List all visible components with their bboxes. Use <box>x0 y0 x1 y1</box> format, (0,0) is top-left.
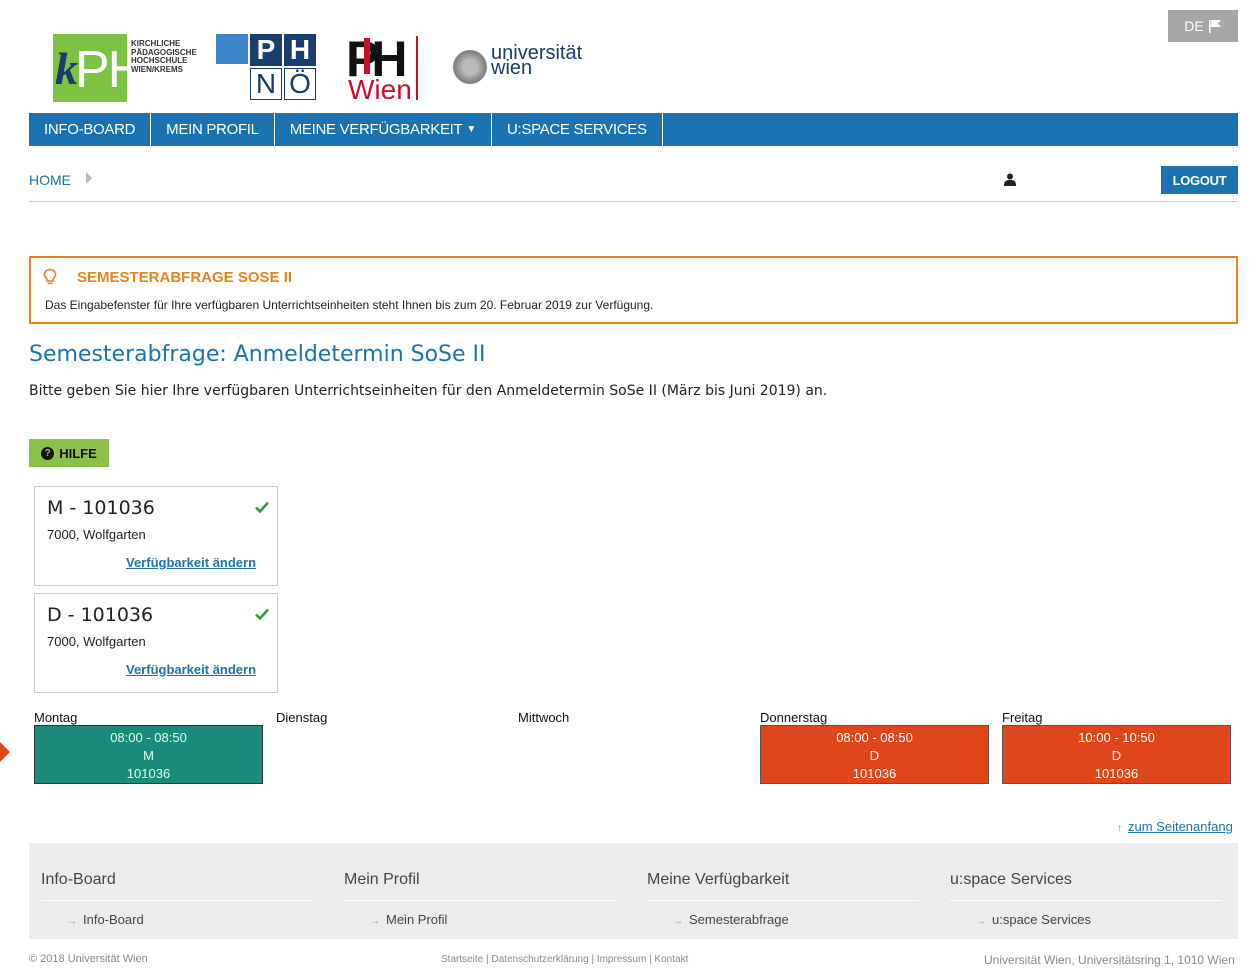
logout-button[interactable]: LOGOUT <box>1161 166 1238 194</box>
arrow-right-icon: → <box>673 916 683 927</box>
footer-link[interactable]: → Mein Profil <box>370 912 447 927</box>
ph-wien-logo-line <box>416 36 418 100</box>
change-availability-link[interactable]: Verfügbarkeit ändern <box>126 662 256 677</box>
kph-logo[interactable]: k PH <box>53 34 145 102</box>
main-navigation: INFO-BOARD MEIN PROFIL MEINE VERFÜGBARKE… <box>29 113 1238 146</box>
nav-item-uspace-services[interactable]: U:SPACE SERVICES <box>492 113 663 146</box>
footer-link[interactable]: → u:space Services <box>976 912 1091 927</box>
footer-link-label: u:space Services <box>992 912 1091 927</box>
footer-heading: Meine Verfügbarkeit <box>647 871 790 888</box>
time-slot-id: 101036 <box>852 766 897 781</box>
location-card: D - 101036 7000, Wolfgarten Verfügbarkei… <box>34 593 278 693</box>
time-slot[interactable]: 08:00 - 08:50 D 101036 <box>760 725 989 784</box>
arrow-right-icon: → <box>976 916 986 927</box>
footer-heading: Info-Board <box>41 871 116 888</box>
arrow-right-icon: → <box>370 916 380 927</box>
arrow-right-icon: → <box>67 916 77 927</box>
nav-item-info-board[interactable]: INFO-BOARD <box>29 113 152 146</box>
location-card: M - 101036 7000, Wolfgarten Verfügbarkei… <box>34 486 278 586</box>
footer-link-label: Semesterabfrage <box>689 912 789 927</box>
time-slot-type: D <box>869 748 880 763</box>
day-label-dienstag: Dienstag <box>276 710 328 725</box>
user-icon[interactable] <box>1004 173 1016 186</box>
university-logo-text: universität wien <box>491 42 583 79</box>
time-slot-id: 101036 <box>1094 766 1139 781</box>
footer-heading: Mein Profil <box>344 871 420 888</box>
time-slot-type: D <box>1111 748 1122 763</box>
time-slot-type: M <box>143 748 154 763</box>
help-label: HILFE <box>59 445 97 461</box>
arrow-marker-icon <box>0 742 10 762</box>
help-button[interactable]: ? HILFE <box>29 439 109 467</box>
footer-heading: u:space Services <box>950 871 1072 888</box>
university-seal-icon <box>453 50 487 84</box>
day-label-freitag: Freitag <box>1002 710 1043 725</box>
ph-noe-logo-letter: N <box>250 68 282 100</box>
footer-sitemap: Info-Board → Info-Board Mein Profil → Mein… <box>29 843 1238 939</box>
language-label: DE <box>1184 18 1204 34</box>
copyright: © 2018 Universität Wien <box>29 953 148 965</box>
footer-link-label: Mein Profil <box>386 912 448 927</box>
flag-icon <box>1208 20 1221 33</box>
question-icon: ? <box>41 446 55 460</box>
ph-noe-logo-block <box>216 34 248 64</box>
footer-divider <box>950 900 1222 901</box>
checkmark-icon <box>255 608 269 620</box>
change-availability-link[interactable]: Verfügbarkeit ändern <box>126 555 256 570</box>
header-divider <box>29 201 1238 202</box>
notice-text: Das Eingabefenster für Ihre verfügbaren … <box>45 298 654 312</box>
day-label-montag: Montag <box>34 710 78 725</box>
location-address: 7000, Wolfgarten <box>47 634 146 649</box>
checkmark-icon <box>255 501 269 513</box>
time-slot[interactable]: 10:00 - 10:50 D 101036 <box>1002 725 1231 784</box>
language-switch-button[interactable]: DE <box>1168 10 1238 42</box>
arrow-up-icon: ↑ <box>1117 823 1122 834</box>
location-code: M - 101036 <box>47 497 155 519</box>
footer-link[interactable]: → Semesterabfrage <box>673 912 789 927</box>
nav-item-label: MEINE VERFÜGBARKEIT <box>289 121 463 138</box>
footer-divider <box>344 900 616 901</box>
footer-link-label: Info-Board <box>83 912 144 927</box>
footer-link[interactable]: → Info-Board <box>67 912 144 927</box>
kph-logo-text: KIRCHLICHE PÄDAGOGISCHE HOCHSCHULE WIEN/… <box>131 39 197 74</box>
footer-divider <box>647 900 919 901</box>
back-to-top-label: zum Seitenanfang <box>1128 819 1233 834</box>
footer-divider <box>41 900 313 901</box>
ph-noe-logo-letter: P <box>250 34 282 66</box>
breadcrumb-home[interactable]: HOME <box>29 172 71 188</box>
time-slot-time: 10:00 - 10:50 <box>1078 730 1155 745</box>
day-label-donnerstag: Donnerstag <box>760 710 828 725</box>
nav-item-meine-verfuegbarkeit[interactable]: MEINE VERFÜGBARKEIT ▼ <box>275 113 492 146</box>
location-address: 7000, Wolfgarten <box>47 527 146 542</box>
notice-box: SEMESTERABFRAGE SOSE II Das Eingabefenst… <box>29 256 1238 324</box>
footer-address: Universität Wien, Universitätsring 1, 10… <box>984 953 1235 967</box>
notice-title: SEMESTERABFRAGE SOSE II <box>77 269 293 286</box>
ph-noe-logo[interactable]: P H N Ö <box>216 34 320 102</box>
legal-links[interactable]: Startseite | Datenschutzerklärung | Impr… <box>441 954 688 965</box>
page-intro: Bitte geben Sie hier Ihre verfügbaren Un… <box>29 383 828 399</box>
day-label-mittwoch: Mittwoch <box>518 710 570 725</box>
time-slot-id: 101036 <box>126 766 171 781</box>
time-slot-time: 08:00 - 08:50 <box>110 730 187 745</box>
caret-down-icon: ▼ <box>466 124 476 135</box>
time-slot-time: 08:00 - 08:50 <box>836 730 913 745</box>
ph-noe-logo-letter: Ö <box>284 68 316 100</box>
ph-wien-logo-wien: Wien <box>348 74 412 105</box>
ph-wien-logo-bar <box>364 38 370 74</box>
breadcrumb-arrow-icon <box>86 172 92 184</box>
time-slot[interactable]: 08:00 - 08:50 M 101036 <box>34 725 263 784</box>
lightbulb-icon <box>43 268 57 285</box>
nav-item-mein-profil[interactable]: MEIN PROFIL <box>151 113 275 146</box>
back-to-top-link[interactable]: ↑ zum Seitenanfang <box>1117 819 1233 834</box>
ph-noe-logo-letter: H <box>284 34 316 66</box>
page-title: Semesterabfrage: Anmeldetermin SoSe II <box>29 342 486 367</box>
ph-wien-logo[interactable]: PH Wien <box>346 31 422 105</box>
location-code: D - 101036 <box>47 604 154 626</box>
